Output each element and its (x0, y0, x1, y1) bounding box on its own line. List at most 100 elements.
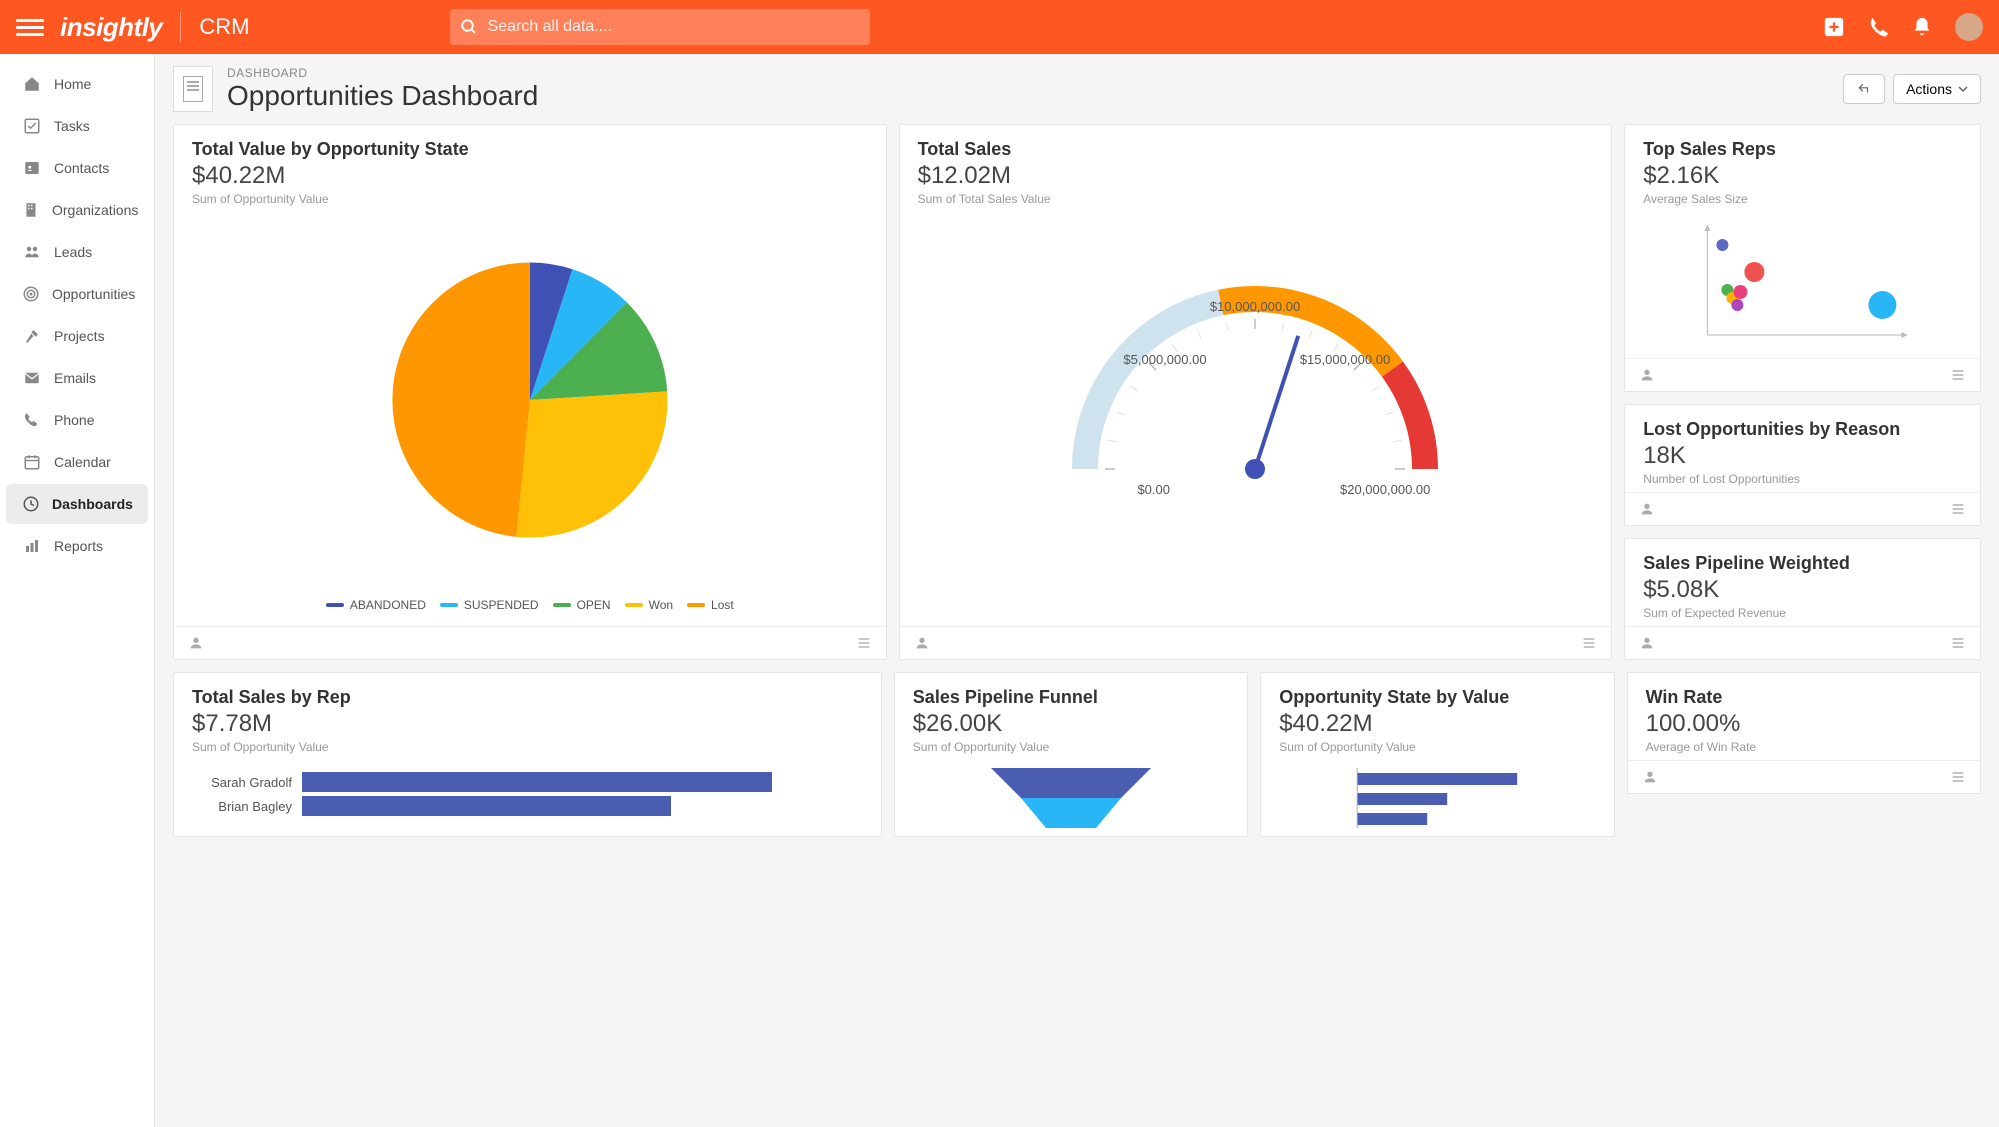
sidebar-item-dashboards[interactable]: Dashboards (6, 484, 148, 524)
list-icon[interactable] (1950, 367, 1966, 383)
menu-toggle[interactable] (16, 13, 44, 41)
legend-label: ABANDONED (350, 598, 426, 612)
sidebar-item-contacts[interactable]: Contacts (6, 148, 148, 188)
leads-icon (22, 242, 42, 262)
legend-label: OPEN (577, 598, 611, 612)
sidebar-item-emails[interactable]: Emails (6, 358, 148, 398)
card-total-value-by-state: Total Value by Opportunity State $40.22M… (173, 124, 887, 660)
list-icon[interactable] (856, 635, 872, 651)
target-icon (22, 284, 40, 304)
add-icon[interactable] (1823, 16, 1845, 38)
sidebar-item-label: Phone (54, 412, 94, 428)
pie-legend: ABANDONED SUSPENDED OPEN Won Lost (174, 588, 886, 626)
legend-label: Won (649, 598, 673, 612)
actions-button[interactable]: Actions (1893, 74, 1981, 104)
card-title: Sales Pipeline Weighted (1643, 553, 1962, 574)
avatar[interactable] (1955, 13, 1983, 41)
search-input[interactable] (450, 9, 870, 45)
card-funnel: Sales Pipeline Funnel $26.00K Sum of Opp… (894, 672, 1248, 837)
bars-icon (22, 536, 42, 556)
phone-nav-icon (22, 410, 42, 430)
sidebar-item-opportunities[interactable]: Opportunities (6, 274, 148, 314)
gauge-tick: $15,000,000.00 (1300, 352, 1390, 367)
list-icon[interactable] (1950, 635, 1966, 651)
list-icon[interactable] (1950, 501, 1966, 517)
sidebar-item-leads[interactable]: Leads (6, 232, 148, 272)
card-sub: Sum of Opportunity Value (913, 740, 1229, 754)
actions-label: Actions (1906, 81, 1952, 97)
user-icon[interactable] (1642, 769, 1658, 785)
user-icon[interactable] (1639, 635, 1655, 651)
topbar: insightly CRM (0, 0, 1999, 54)
user-icon[interactable] (1639, 367, 1655, 383)
calendar-icon (22, 452, 42, 472)
card-title: Total Sales (918, 139, 1594, 160)
sidebar-item-label: Leads (54, 244, 92, 260)
sidebar-item-home[interactable]: Home (6, 64, 148, 104)
sidebar-item-projects[interactable]: Projects (6, 316, 148, 356)
contact-icon (22, 158, 42, 178)
sidebar-item-organizations[interactable]: Organizations (6, 190, 148, 230)
bell-icon[interactable] (1911, 16, 1933, 38)
gauge-tick: $10,000,000.00 (1210, 299, 1300, 314)
card-value: $12.02M (918, 162, 1594, 190)
card-win-rate: Win Rate 100.00% Average of Win Rate (1627, 672, 1981, 794)
card-sub: Sum of Opportunity Value (192, 192, 868, 206)
user-icon[interactable] (188, 635, 204, 651)
sidebar-item-label: Reports (54, 538, 103, 554)
legend-label: SUSPENDED (464, 598, 539, 612)
sidebar-item-label: Projects (54, 328, 105, 344)
sidebar-item-reports[interactable]: Reports (6, 526, 148, 566)
gauge-tick: $5,000,000.00 (1124, 352, 1207, 367)
hammer-icon (22, 326, 42, 346)
card-total-sales: Total Sales $12.02M Sum of Total Sales V… (899, 124, 1613, 660)
card-lost-opportunities: Lost Opportunities by Reason 18K Number … (1624, 404, 1981, 526)
card-title: Sales Pipeline Funnel (913, 687, 1229, 708)
logo: insightly (60, 12, 162, 43)
sidebar-item-label: Dashboards (52, 496, 133, 512)
card-title: Total Sales by Rep (192, 687, 863, 708)
card-title: Total Value by Opportunity State (192, 139, 868, 160)
gauge-tick: $20,000,000.00 (1340, 482, 1430, 497)
sidebar-item-calendar[interactable]: Calendar (6, 442, 148, 482)
card-value: $26.00K (913, 710, 1229, 738)
card-sub: Sum of Expected Revenue (1643, 606, 1962, 620)
page-icon (173, 66, 213, 112)
chevron-down-icon (1958, 84, 1968, 94)
check-icon (22, 116, 42, 136)
card-sub: Sum of Total Sales Value (918, 192, 1594, 206)
card-value: $2.16K (1643, 162, 1962, 190)
back-button[interactable] (1843, 74, 1885, 104)
clock-icon (22, 494, 40, 514)
sidebar-item-label: Organizations (52, 202, 138, 218)
list-icon[interactable] (1581, 635, 1597, 651)
card-sub: Sum of Opportunity Value (192, 740, 863, 754)
list-icon[interactable] (1950, 769, 1966, 785)
card-value: 18K (1643, 442, 1962, 470)
mail-icon (22, 368, 42, 388)
card-value: $5.08K (1643, 576, 1962, 604)
phone-icon[interactable] (1867, 16, 1889, 38)
sidebar-item-label: Contacts (54, 160, 109, 176)
card-value: $40.22M (192, 162, 868, 190)
user-icon[interactable] (914, 635, 930, 651)
sidebar-item-label: Home (54, 76, 91, 92)
card-sales-by-rep: Total Sales by Rep $7.78M Sum of Opportu… (173, 672, 882, 837)
breadcrumb: DASHBOARD (227, 66, 538, 80)
card-title: Lost Opportunities by Reason (1643, 419, 1962, 440)
user-icon[interactable] (1639, 501, 1655, 517)
sidebar: Home Tasks Contacts Organizations Leads … (0, 54, 155, 1127)
page-head: DASHBOARD Opportunities Dashboard Action… (173, 66, 1981, 112)
card-pipeline-weighted: Sales Pipeline Weighted $5.08K Sum of Ex… (1624, 538, 1981, 660)
sidebar-item-phone[interactable]: Phone (6, 400, 148, 440)
sidebar-item-tasks[interactable]: Tasks (6, 106, 148, 146)
card-sub: Average of Win Rate (1646, 740, 1962, 754)
card-sub: Number of Lost Opportunities (1643, 472, 1962, 486)
card-top-sales-reps: Top Sales Reps $2.16K Average Sales Size (1624, 124, 1981, 392)
page-actions: Actions (1843, 74, 1981, 104)
home-icon (22, 74, 42, 94)
main: DASHBOARD Opportunities Dashboard Action… (155, 54, 1999, 1127)
card-sub: Sum of Opportunity Value (1279, 740, 1595, 754)
pie-chart (380, 250, 680, 550)
card-sub: Average Sales Size (1643, 192, 1962, 206)
